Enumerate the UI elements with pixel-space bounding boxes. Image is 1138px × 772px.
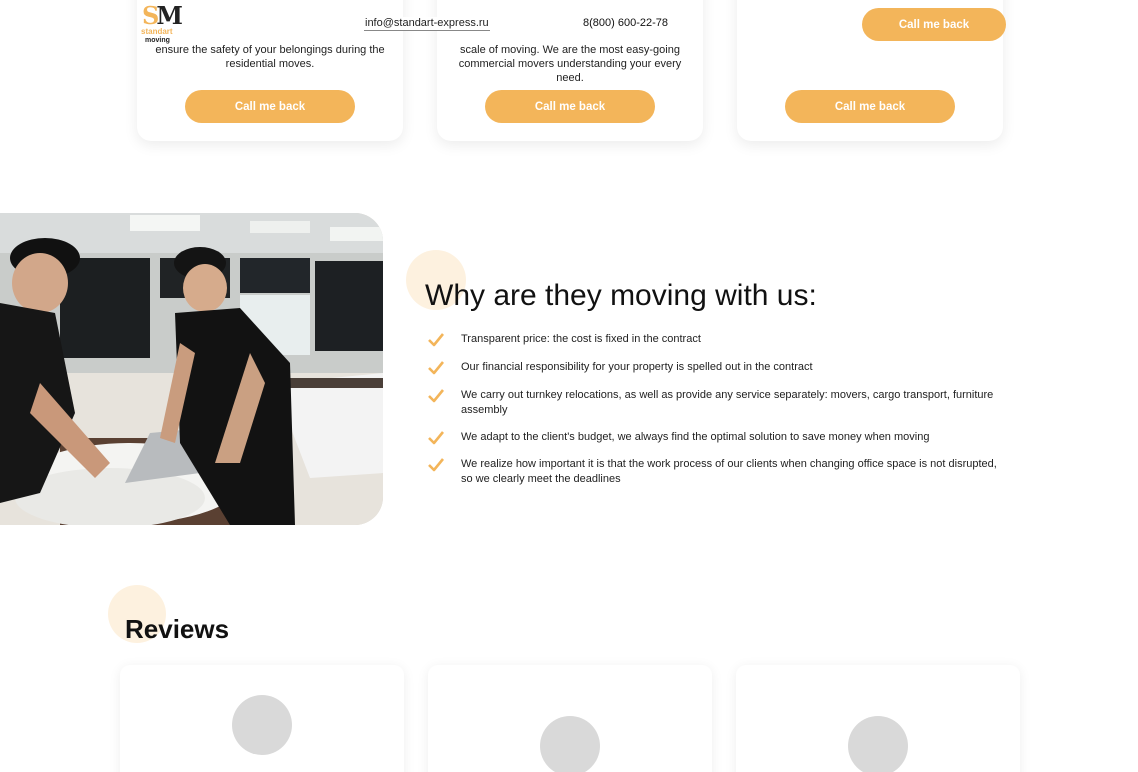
- service-card-text: scale of moving. We are the most easy-go…: [458, 44, 682, 84]
- list-item: Our financial responsibility for your pr…: [428, 360, 1008, 375]
- call-me-back-button[interactable]: Call me back: [485, 90, 655, 123]
- logo[interactable]: SM standart moving: [140, 2, 183, 46]
- logo-line1: standart: [141, 27, 173, 36]
- movers-packing-photo: [0, 213, 383, 525]
- list-item: We realize how important it is that the …: [428, 457, 1008, 487]
- list-item: Transparent price: the cost is fixed in …: [428, 332, 1008, 347]
- check-icon: [428, 333, 444, 347]
- avatar: [232, 695, 292, 755]
- check-icon: [428, 458, 444, 472]
- review-card: [428, 665, 712, 772]
- check-icon: [428, 361, 444, 375]
- list-item-text: We realize how important it is that the …: [461, 458, 997, 485]
- check-icon: [428, 431, 444, 445]
- logo-mark: SM: [142, 1, 183, 30]
- avatar: [540, 716, 600, 772]
- logo-letter-m: M: [156, 1, 183, 30]
- movers-photo-illustration: [0, 213, 383, 525]
- header-phone-link[interactable]: 8(800) 600-22-78: [583, 17, 669, 30]
- review-card: [120, 665, 404, 772]
- logo-letter-s: S: [142, 1, 159, 30]
- avatar: [848, 716, 908, 772]
- list-item: We adapt to the client's budget, we alwa…: [428, 430, 1008, 445]
- call-me-back-button[interactable]: Call me back: [185, 90, 355, 123]
- call-me-back-button[interactable]: Call me back: [785, 90, 955, 123]
- why-section-title: Why are they moving with us:: [425, 279, 817, 312]
- list-item-text: Our financial responsibility for your pr…: [461, 361, 813, 373]
- review-card: [736, 665, 1020, 772]
- list-item: We carry out turnkey relocations, as wel…: [428, 388, 1008, 418]
- site-header: SM standart moving info@standart-express…: [0, 0, 1138, 48]
- header-call-me-back-button[interactable]: Call me back: [862, 8, 1006, 41]
- list-item-text: Transparent price: the cost is fixed in …: [461, 333, 701, 345]
- list-item-text: We adapt to the client's budget, we alwa…: [461, 431, 930, 443]
- why-benefits-list: Transparent price: the cost is fixed in …: [428, 332, 1008, 487]
- header-email-link[interactable]: info@standart-express.ru: [364, 17, 490, 31]
- logo-line2: moving: [145, 37, 170, 44]
- check-icon: [428, 389, 444, 403]
- reviews-section-title: Reviews: [125, 614, 230, 644]
- list-item-text: We carry out turnkey relocations, as wel…: [461, 389, 994, 416]
